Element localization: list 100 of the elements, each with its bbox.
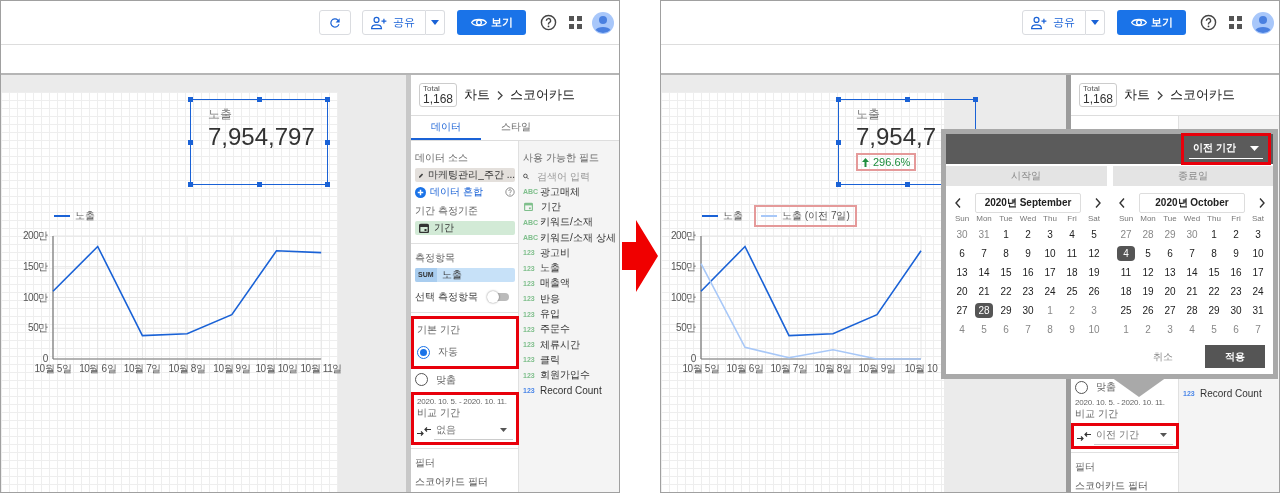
- resize-handle[interactable]: [257, 182, 262, 187]
- calendar-day[interactable]: 7: [1183, 246, 1201, 261]
- share-menu-button[interactable]: [1086, 10, 1105, 35]
- calendar-day[interactable]: 23: [1227, 284, 1245, 299]
- search-field[interactable]: 검색어 입력: [523, 168, 617, 184]
- calendar-day[interactable]: 4: [953, 322, 971, 337]
- resize-handle[interactable]: [836, 97, 841, 102]
- calendar-day[interactable]: 20: [953, 284, 971, 299]
- calendar-day[interactable]: 8: [1205, 246, 1223, 261]
- calendar-day[interactable]: 1: [1041, 303, 1059, 318]
- calendar-day[interactable]: 18: [1063, 265, 1081, 280]
- help-icon[interactable]: [505, 187, 515, 197]
- calendar-day[interactable]: 27: [953, 303, 971, 318]
- field-item[interactable]: 기간: [523, 199, 617, 215]
- calendar-day[interactable]: 7: [1249, 322, 1267, 337]
- calendar-day[interactable]: 10: [1041, 246, 1059, 261]
- calendar-day[interactable]: 28: [975, 303, 993, 318]
- compare-dropdown[interactable]: 이전 기간: [1094, 427, 1173, 445]
- resize-handle[interactable]: [905, 182, 910, 187]
- calendar-day[interactable]: 10: [1085, 322, 1103, 337]
- calendar-day[interactable]: 6: [953, 246, 971, 261]
- calendar-day[interactable]: 31: [975, 227, 993, 242]
- resize-handle[interactable]: [325, 97, 330, 102]
- calendar-day[interactable]: 4: [1063, 227, 1081, 242]
- calendar-day[interactable]: 4: [1117, 246, 1135, 261]
- calendar-day[interactable]: 24: [1249, 284, 1267, 299]
- calendar-day[interactable]: 5: [1085, 227, 1103, 242]
- calendar-day[interactable]: 5: [1139, 246, 1157, 261]
- view-button[interactable]: 보기: [457, 10, 526, 35]
- calendar-day[interactable]: 16: [1019, 265, 1037, 280]
- calendar-day[interactable]: 20: [1161, 284, 1179, 299]
- calendar-day[interactable]: 19: [1085, 265, 1103, 280]
- chevron-left-icon[interactable]: [1119, 198, 1125, 208]
- calendar-day[interactable]: 27: [1117, 227, 1135, 242]
- calendar-day[interactable]: 3: [1161, 322, 1179, 337]
- resize-handle[interactable]: [973, 97, 978, 102]
- cancel-button[interactable]: 취소: [1147, 348, 1179, 365]
- account-button[interactable]: [590, 9, 616, 36]
- calendar-day[interactable]: 31: [1249, 303, 1267, 318]
- panel-tab[interactable]: 스타일: [481, 116, 551, 140]
- calendar-day[interactable]: 30: [1227, 303, 1245, 318]
- calendar-day[interactable]: 11: [1117, 265, 1135, 280]
- toggle-switch[interactable]: [489, 293, 509, 301]
- calendar-day[interactable]: 12: [1085, 246, 1103, 261]
- calendar-day[interactable]: 18: [1117, 284, 1135, 299]
- chevron-left-icon[interactable]: [955, 198, 961, 208]
- period-dropdown[interactable]: 이전 기간: [1189, 139, 1263, 159]
- calendar-day[interactable]: 9: [1063, 322, 1081, 337]
- calendar-day[interactable]: 28: [1183, 303, 1201, 318]
- calendar-day[interactable]: 8: [1041, 322, 1059, 337]
- calendar-day[interactable]: 30: [953, 227, 971, 242]
- calendar-day[interactable]: 25: [1117, 303, 1135, 318]
- calendar-day[interactable]: 11: [1063, 246, 1081, 261]
- share-button[interactable]: 공유: [362, 10, 426, 35]
- share-button[interactable]: 공유: [1022, 10, 1086, 35]
- calendar-day[interactable]: 13: [1161, 265, 1179, 280]
- calendar-day[interactable]: 8: [997, 246, 1015, 261]
- share-menu-button[interactable]: [426, 10, 445, 35]
- scorecard[interactable]: 노출 7,954,797: [190, 99, 328, 185]
- resize-handle[interactable]: [836, 182, 841, 187]
- calendar-day[interactable]: 29: [997, 303, 1015, 318]
- compare-dropdown[interactable]: 없음: [434, 422, 513, 440]
- calendar-day[interactable]: 30: [1019, 303, 1037, 318]
- calendar-day[interactable]: 1: [1117, 322, 1135, 337]
- calendar-day[interactable]: 25: [1063, 284, 1081, 299]
- blend-data-link[interactable]: 데이터 혼합: [430, 185, 483, 199]
- calendar-day[interactable]: 22: [997, 284, 1015, 299]
- calendar-day[interactable]: 3: [1085, 303, 1103, 318]
- calendar-day[interactable]: 6: [1161, 246, 1179, 261]
- view-button[interactable]: 보기: [1117, 10, 1186, 35]
- calendar-day[interactable]: 14: [975, 265, 993, 280]
- resize-handle[interactable]: [257, 97, 262, 102]
- calendar-day[interactable]: 1: [997, 227, 1015, 242]
- calendar-day[interactable]: 30: [1183, 227, 1201, 242]
- calendar-day[interactable]: 26: [1139, 303, 1157, 318]
- calendar-day[interactable]: 9: [1227, 246, 1245, 261]
- data-source-chip[interactable]: 마케팅관리_주간 ...: [415, 168, 515, 182]
- calendar-day[interactable]: 19: [1139, 284, 1157, 299]
- calendar-day[interactable]: 2: [1227, 227, 1245, 242]
- calendar-day[interactable]: 21: [975, 284, 993, 299]
- calendar-day[interactable]: 13: [953, 265, 971, 280]
- calendar-day[interactable]: 23: [1019, 284, 1037, 299]
- calendar-day[interactable]: 7: [1019, 322, 1037, 337]
- calendar-day[interactable]: 2: [1063, 303, 1081, 318]
- calendar-day[interactable]: 29: [1161, 227, 1179, 242]
- calendar-day[interactable]: 6: [1227, 322, 1245, 337]
- resize-handle[interactable]: [188, 140, 193, 145]
- resize-handle[interactable]: [188, 97, 193, 102]
- resize-handle[interactable]: [325, 182, 330, 187]
- account-button[interactable]: [1250, 9, 1276, 36]
- chevron-right-icon[interactable]: [1095, 198, 1101, 208]
- calendar-day[interactable]: 16: [1227, 265, 1245, 280]
- calendar-day[interactable]: 6: [997, 322, 1015, 337]
- calendar-day[interactable]: 10: [1249, 246, 1267, 261]
- calendar-day[interactable]: 27: [1161, 303, 1179, 318]
- calendar-day[interactable]: 4: [1183, 322, 1201, 337]
- resize-handle[interactable]: [905, 97, 910, 102]
- calendar-day[interactable]: 28: [1139, 227, 1157, 242]
- calendar-day[interactable]: 3: [1041, 227, 1059, 242]
- resize-handle[interactable]: [836, 140, 841, 145]
